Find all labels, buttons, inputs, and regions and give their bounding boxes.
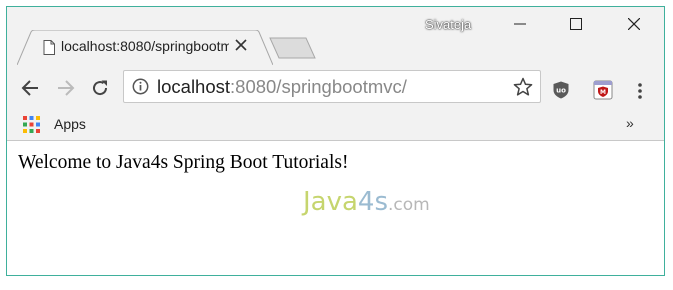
svg-text:uo: uo [556, 87, 566, 95]
bookmarks-bar: Apps » [7, 109, 664, 141]
minimize-icon [514, 23, 526, 25]
welcome-heading: Welcome to Java4s Spring Boot Tutorials! [18, 152, 349, 173]
maximize-icon [570, 18, 582, 30]
url-host: localhost [157, 76, 231, 97]
close-icon [628, 18, 640, 30]
maximize-button[interactable] [556, 11, 596, 37]
info-icon[interactable] [132, 78, 149, 95]
apps-grid-icon[interactable] [23, 116, 40, 133]
minimize-button[interactable] [500, 11, 540, 37]
url-path: :8080/springbootmvc/ [230, 76, 407, 97]
new-tab-button[interactable] [269, 37, 317, 59]
svg-text:M: M [600, 89, 606, 96]
tab-active[interactable]: localhost:8080/springbootmvc/ [17, 30, 273, 66]
title-bar: Sivateja localhost:8080/springbootmvc/ [7, 7, 664, 66]
forward-arrow-icon [58, 80, 75, 96]
forward-button[interactable] [53, 75, 79, 101]
page-content: Welcome to Java4s Spring Boot Tutorials!… [7, 141, 664, 275]
page-icon [43, 40, 55, 55]
mcafee-extension-icon[interactable]: M [593, 80, 613, 100]
tab-title: localhost:8080/springbootmvc/ [61, 38, 229, 54]
apps-bookmark[interactable]: Apps [54, 116, 86, 132]
toolbar: localhost:8080/springbootmvc/ uo M [7, 65, 664, 109]
back-button[interactable] [17, 75, 43, 101]
watermark-java: Java [303, 187, 358, 217]
java4s-watermark-logo: Java4s.com [303, 187, 430, 217]
address-bar[interactable]: localhost:8080/springbootmvc/ [123, 70, 541, 103]
back-arrow-icon [21, 80, 38, 96]
ublock-extension-icon[interactable]: uo [553, 81, 569, 99]
reload-icon [93, 80, 108, 96]
bookmarks-overflow-icon[interactable]: » [626, 115, 634, 131]
menu-kebab-icon[interactable] [638, 83, 642, 99]
watermark-com: .com [388, 195, 430, 215]
url-text[interactable]: localhost:8080/springbootmvc/ [157, 76, 407, 98]
watermark-4s: 4s [357, 187, 389, 217]
browser-window: Sivateja localhost:8080/springbootmvc/ [6, 6, 665, 276]
reload-button[interactable] [87, 75, 113, 101]
profile-name[interactable]: Sivateja [425, 17, 471, 32]
tab-close-icon[interactable] [235, 39, 247, 51]
bookmark-star-icon[interactable] [513, 77, 533, 97]
close-window-button[interactable] [614, 11, 654, 37]
